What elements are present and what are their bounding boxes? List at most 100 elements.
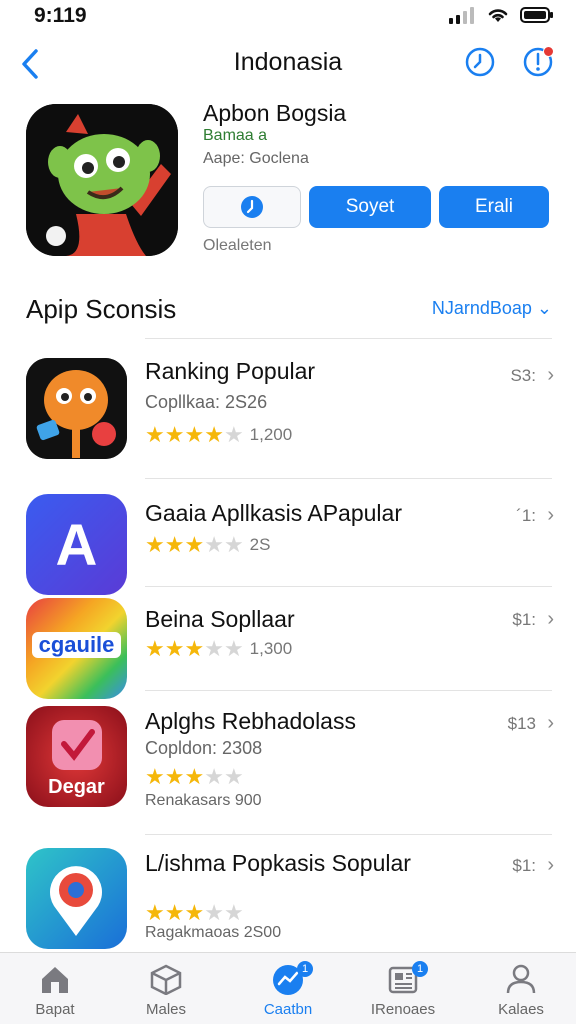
get-button[interactable]: Soyet: [309, 186, 431, 228]
divider: [145, 834, 552, 835]
star-rating: ★ ★ ★ ★ ★: [145, 766, 244, 788]
rating-count: 2S: [249, 535, 271, 554]
divider: [145, 478, 552, 479]
status-time: 9:119: [34, 4, 87, 27]
star-icon: ★: [145, 422, 165, 447]
star-rating: ★ ★ ★ ★ ★: [145, 902, 244, 924]
tab-apps[interactable]: Males: [111, 961, 221, 1018]
divider: [145, 586, 552, 587]
star-empty-icon: ★: [223, 532, 244, 557]
see-all-link[interactable]: NJarndBoap ⌄: [432, 298, 552, 319]
tab-search[interactable]: 1 Caatbn: [233, 961, 343, 1018]
rating-count: 1,300: [249, 639, 293, 658]
notification-badge: [543, 46, 554, 57]
tab-news[interactable]: 1 IRenoaes: [348, 961, 458, 1018]
star-icon: ★: [145, 532, 165, 557]
share-button[interactable]: [203, 186, 301, 228]
signal-icon: [449, 7, 474, 24]
divider: [145, 690, 552, 691]
star-rating: ★ ★ ★ ★ ★ 1,200: [145, 424, 292, 446]
map-pin-icon: [50, 866, 102, 936]
wifi-icon: [488, 9, 508, 22]
app-name: Aplghs Rebhadolass: [145, 708, 356, 734]
list-item[interactable]: Degar Aplghs Rebhadolass Copldon: 2308 ★…: [0, 690, 576, 834]
app-price: $1:: [512, 610, 536, 629]
list-item[interactable]: cgauile Beina Sopllaar ★ ★ ★ ★ ★ 1,300 $…: [0, 586, 576, 699]
app-name: Beina Sopllaar: [145, 606, 295, 632]
star-icon: ★: [164, 900, 185, 925]
download-icon: [241, 196, 263, 218]
app-extra: Renakasars 900: [145, 792, 262, 809]
star-empty-icon: ★: [204, 764, 224, 789]
status-icons: [448, 6, 554, 24]
app-name: Gaaia Apllkasis APapular: [145, 500, 402, 526]
star-empty-icon: ★: [223, 636, 244, 661]
star-empty-icon: ★: [204, 636, 224, 661]
star-icon: ★: [204, 422, 224, 447]
orange-creature-icon: [26, 358, 127, 459]
app-name: Ranking Popular: [145, 358, 316, 384]
tab-profile[interactable]: Kalaes: [466, 961, 576, 1018]
clock-icon: [465, 47, 495, 77]
star-icon: ★: [164, 764, 185, 789]
chevron-right-icon: ›: [547, 504, 554, 526]
star-rating: ★ ★ ★ ★ ★ 1,300: [145, 638, 292, 660]
star-icon: ★: [184, 422, 205, 447]
star-empty-icon: ★: [223, 764, 244, 789]
featured-app-subtitle: Bamaa a: [203, 127, 268, 144]
tab-badge: 1: [412, 961, 428, 977]
app-extra: Ragakmaoas 2S00: [145, 924, 282, 941]
app-price: $1:: [512, 856, 536, 875]
star-icon: ★: [184, 532, 205, 557]
star-empty-icon: ★: [204, 532, 224, 557]
tab-badge: 1: [297, 961, 313, 977]
star-icon: ★: [184, 764, 205, 789]
chevron-right-icon: ›: [547, 854, 554, 876]
star-icon: ★: [145, 636, 165, 661]
see-all-label: NJarndBoap: [431, 298, 532, 318]
divider: [145, 338, 552, 339]
home-icon: [0, 961, 110, 997]
notification-button[interactable]: [520, 44, 556, 80]
chevron-right-icon: ›: [547, 712, 554, 734]
open-button[interactable]: Erali: [439, 186, 549, 228]
star-icon: ★: [164, 636, 185, 661]
logo-text: cgauile: [32, 632, 121, 658]
featured-app: Apbon Bogsia Bamaa a Aape: Goclena Soyet…: [0, 100, 576, 270]
star-empty-icon: ★: [223, 900, 244, 925]
star-rating: ★ ★ ★ ★ ★ 2S: [145, 534, 270, 556]
app-name: L/ishma Popkasis Sopular: [145, 850, 411, 876]
featured-app-meta: Aape: Goclena: [203, 150, 309, 167]
star-icon: ★: [145, 900, 165, 925]
featured-app-footer: Olealeten: [203, 237, 272, 254]
app-icon: Degar: [26, 706, 127, 807]
tab-label: Kalaes: [498, 1001, 544, 1018]
list-item[interactable]: L/ishma Popkasis Sopular ★ ★ ★ ★ ★ Ragak…: [0, 834, 576, 950]
star-icon: ★: [164, 422, 185, 447]
tab-label: Males: [145, 1001, 186, 1018]
section-header: Apip Sconsis NJarndBoap ⌄: [0, 290, 576, 330]
star-icon: ★: [184, 636, 205, 661]
featured-app-name: Apbon Bogsia: [203, 100, 347, 126]
chevron-down-icon: ⌄: [531, 298, 552, 318]
tab-label: Bapat: [35, 1001, 75, 1018]
app-icon: [26, 848, 127, 949]
chart-icon: 1: [233, 961, 343, 997]
logo-text: Degar: [48, 776, 105, 798]
star-empty-icon: ★: [223, 422, 244, 447]
battery-icon: [520, 7, 553, 23]
star-icon: ★: [164, 532, 185, 557]
box-icon: [111, 961, 221, 997]
list-item[interactable]: A Gaaia Apllkasis APapular ★ ★ ★ ★ ★ 2S …: [0, 478, 576, 595]
list-item[interactable]: Ranking Popular Copllkaa: 2S26 ★ ★ ★ ★ ★…: [0, 338, 576, 478]
news-icon: 1: [348, 961, 458, 997]
monster-mascot-icon: [26, 104, 178, 256]
featured-app-icon[interactable]: [26, 104, 178, 256]
section-title: Apip Sconsis: [26, 294, 177, 324]
tab-home[interactable]: Bapat: [0, 961, 110, 1018]
app-icon: cgauile: [26, 598, 127, 699]
clock-button[interactable]: [462, 44, 498, 80]
status-bar: 9:119: [0, 0, 576, 34]
star-empty-icon: ★: [204, 900, 224, 925]
star-icon: ★: [145, 764, 165, 789]
